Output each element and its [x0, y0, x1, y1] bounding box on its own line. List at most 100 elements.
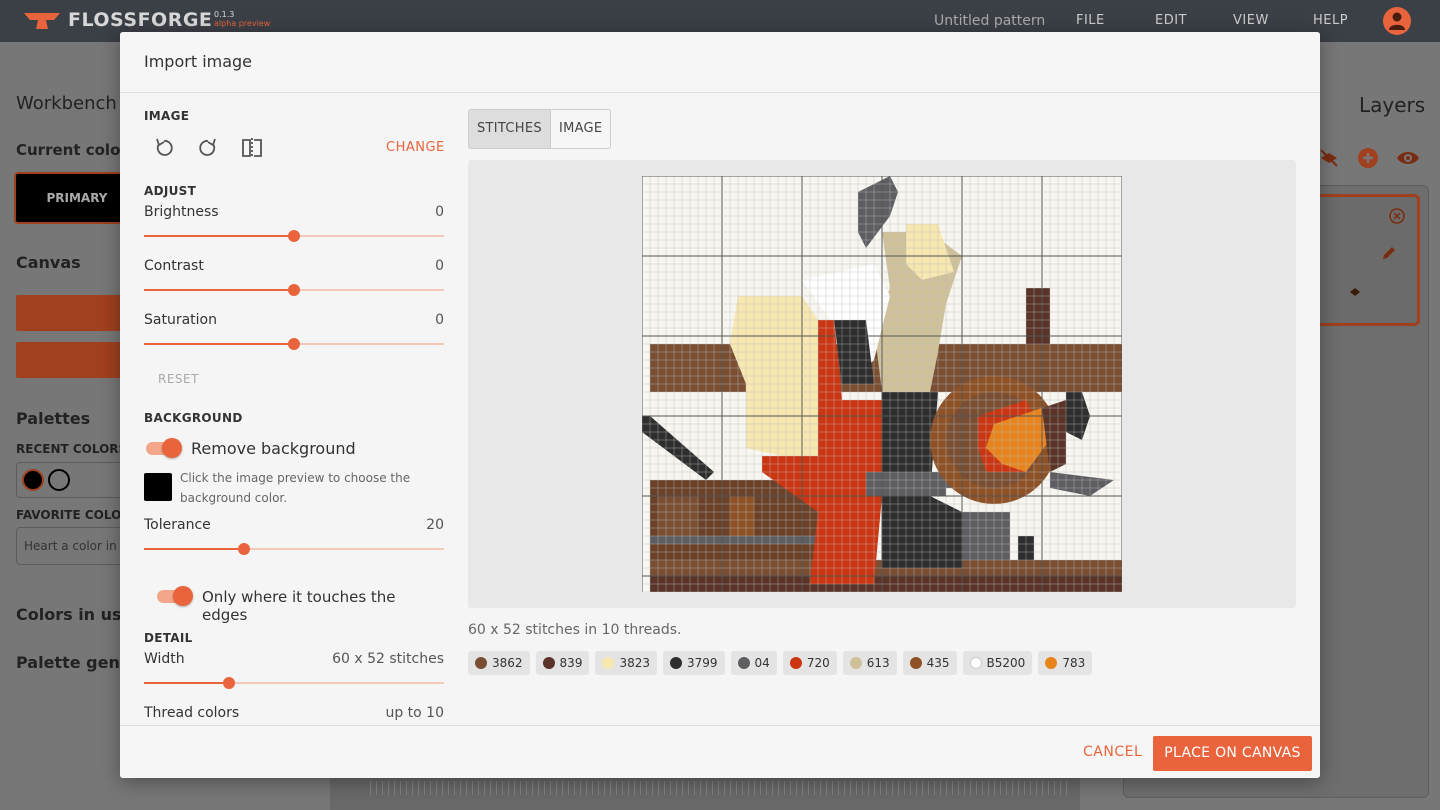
thread-color-dot	[969, 657, 982, 669]
thread-colors-label: Thread colors	[144, 705, 240, 721]
pattern-title[interactable]: Untitled pattern	[934, 13, 1045, 29]
place-on-canvas-button[interactable]: PLACE ON CANVAS	[1153, 736, 1312, 771]
thread-chip[interactable]: 720	[782, 651, 837, 675]
preview-tabs: STITCHES IMAGE	[468, 109, 612, 149]
layers-title: Layers	[1359, 93, 1426, 117]
dialog-title: Import image	[120, 32, 1320, 93]
cancel-button[interactable]: CANCEL	[1083, 744, 1142, 760]
tolerance-label: Tolerance	[144, 517, 211, 533]
saturation-fill	[144, 343, 294, 345]
tolerance-value: 20	[426, 517, 444, 533]
thread-list: 3862 839 3823 3799 04 720 613 435 B5200 783	[468, 651, 1093, 675]
menu-view[interactable]: VIEW	[1233, 13, 1269, 28]
tolerance-slider-thumb[interactable]	[237, 543, 250, 555]
width-value: 60 x 52 stitches	[332, 651, 444, 667]
adjust-section-title: ADJUST	[144, 184, 197, 198]
thread-chip[interactable]: B5200	[962, 651, 1033, 675]
thread-code: 783	[1062, 656, 1086, 670]
thread-chip[interactable]: 3823	[595, 651, 657, 675]
flip-horizontal-icon[interactable]	[240, 136, 264, 160]
current-color-title: Current color	[16, 141, 128, 159]
thread-code: 435	[926, 656, 950, 670]
change-image-button[interactable]: CHANGE	[386, 140, 444, 155]
remove-background-toggle[interactable]	[144, 437, 182, 459]
palettes-title: Palettes	[16, 409, 91, 428]
thread-code: 3823	[619, 656, 650, 670]
thread-chip[interactable]: 435	[902, 651, 957, 675]
thread-color-dot	[670, 657, 682, 669]
thread-color-dot	[475, 657, 487, 669]
thread-color-dot	[909, 657, 922, 669]
recent-colors-label: RECENT COLORS	[16, 442, 128, 456]
user-avatar[interactable]	[1383, 7, 1411, 35]
recent-color-swatch[interactable]	[22, 469, 44, 491]
contrast-fill	[144, 289, 294, 291]
background-color-swatch[interactable]	[144, 473, 172, 501]
rotate-right-icon[interactable]	[196, 136, 220, 160]
brightness-fill	[144, 235, 294, 237]
remove-background-label: Remove background	[191, 439, 356, 458]
thread-code: B5200	[986, 656, 1026, 670]
contrast-label: Contrast	[144, 258, 204, 274]
colors-in-use-title: Colors in use	[16, 605, 133, 624]
stitch-preview[interactable]	[468, 160, 1296, 608]
import-image-dialog: Import image IMAGE CHANGE ADJUST Brightn…	[120, 32, 1320, 778]
thread-code: 720	[806, 656, 830, 670]
width-slider-thumb[interactable]	[222, 677, 235, 689]
thread-color-dot	[602, 657, 615, 669]
menu-help[interactable]: HELP	[1313, 13, 1348, 28]
hide-layers-icon[interactable]	[1318, 147, 1340, 169]
rotate-left-icon[interactable]	[152, 136, 176, 160]
thread-code: 3862	[492, 656, 523, 670]
detail-section-title: DETAIL	[144, 631, 193, 645]
thread-chip[interactable]: 04	[730, 651, 777, 675]
stitch-grid-canvas[interactable]	[642, 176, 1122, 592]
layer-stack-icon[interactable]	[1349, 287, 1361, 299]
stitch-grid-lines	[642, 176, 1122, 592]
tab-stitches[interactable]: STITCHES	[469, 110, 551, 148]
saturation-label: Saturation	[144, 312, 217, 328]
recent-color-swatch[interactable]	[48, 469, 70, 491]
menu-file[interactable]: FILE	[1076, 13, 1105, 28]
width-fill	[144, 682, 229, 684]
thread-code: 613	[866, 656, 890, 670]
thread-chip[interactable]: 3799	[663, 651, 725, 675]
thread-code: 3799	[687, 656, 718, 670]
edges-only-toggle[interactable]	[155, 585, 193, 607]
canvas-title: Canvas	[16, 253, 81, 272]
favorite-colors-box: Heart a color in the	[16, 527, 126, 565]
recent-colors-box	[16, 462, 126, 498]
visibility-icon[interactable]	[1396, 147, 1420, 169]
app-version: 0.1.3 alpha preview	[214, 10, 271, 28]
close-layer-icon[interactable]	[1389, 208, 1405, 224]
add-layer-icon[interactable]	[1357, 147, 1379, 169]
thread-chip[interactable]: 613	[842, 651, 897, 675]
thread-chip[interactable]: 839	[535, 651, 590, 675]
dialog-footer: CANCEL PLACE ON CANVAS	[120, 725, 1320, 778]
thread-color-dot	[789, 657, 802, 669]
brightness-slider-thumb[interactable]	[288, 230, 300, 242]
background-section-title: BACKGROUND	[144, 411, 243, 425]
reset-button[interactable]: RESET	[158, 372, 199, 386]
contrast-slider-thumb[interactable]	[288, 284, 300, 296]
saturation-value: 0	[435, 312, 444, 328]
menu-edit[interactable]: EDIT	[1155, 13, 1187, 28]
thread-color-dot	[737, 657, 750, 669]
tolerance-fill	[144, 548, 244, 550]
saturation-slider-thumb[interactable]	[288, 338, 300, 350]
app-name: FLOSSFORGE	[68, 9, 213, 31]
canvas-button-2[interactable]	[16, 342, 126, 378]
thread-chip[interactable]: 783	[1038, 651, 1093, 675]
edges-only-label: Only where it touches the edges	[202, 588, 396, 624]
anvil-logo-icon	[24, 13, 60, 29]
user-icon	[1389, 12, 1405, 30]
stitch-summary: 60 x 52 stitches in 10 threads.	[468, 622, 682, 638]
brightness-value: 0	[435, 204, 444, 220]
canvas-button-1[interactable]	[16, 295, 126, 331]
tab-image[interactable]: IMAGE	[551, 110, 611, 148]
thread-code: 839	[559, 656, 583, 670]
thread-chip[interactable]: 3862	[468, 651, 530, 675]
brightness-label: Brightness	[144, 204, 219, 220]
preview-panel: STITCHES IMAGE 60 x 52 stitches in 10 th…	[468, 93, 1296, 725]
edit-layer-icon[interactable]	[1381, 245, 1397, 261]
